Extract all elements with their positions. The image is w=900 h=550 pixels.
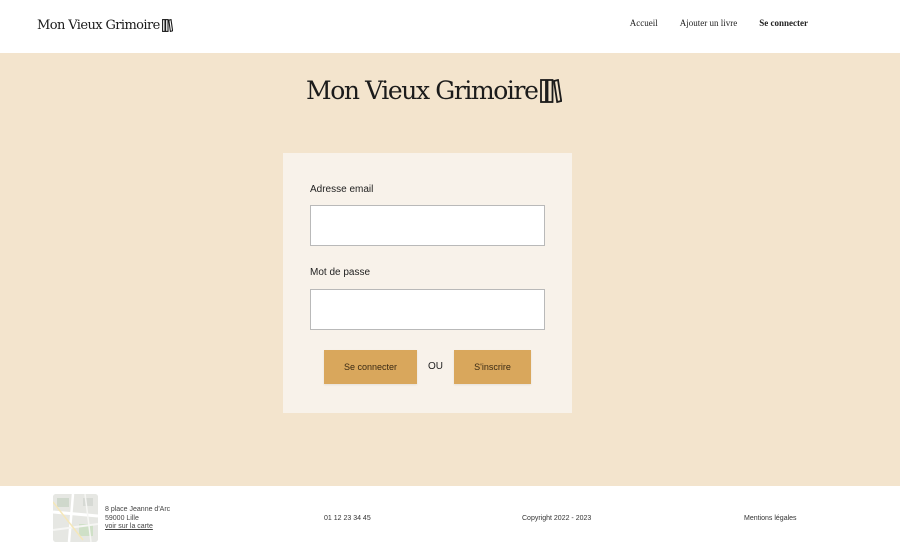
header-logo[interactable]: Mon Vieux Grimoire (37, 18, 173, 33)
site-header: Mon Vieux Grimoire Accueil Ajouter un li… (0, 0, 900, 53)
footer-phone: 01 12 23 34 45 (324, 515, 371, 522)
map-link[interactable]: voir sur la carte (105, 523, 153, 530)
nav-home-link[interactable]: Accueil (630, 18, 658, 28)
footer-address: 8 place Jeanne d'Arc 59000 Lille voir su… (105, 506, 170, 532)
main-content: Mon Vieux Grimoire Adresse email Mot de … (0, 53, 900, 486)
email-label: Adresse email (310, 184, 374, 195)
books-icon (161, 19, 173, 32)
password-field[interactable] (310, 289, 545, 330)
or-separator: OU (428, 361, 443, 372)
nav-login-link[interactable]: Se connecter (759, 18, 808, 28)
nav-add-book-link[interactable]: Ajouter un livre (680, 18, 738, 28)
legal-notice-link[interactable]: Mentions légales (744, 515, 797, 522)
page-logo: Mon Vieux Grimoire (306, 76, 563, 105)
password-label: Mot de passe (310, 267, 371, 278)
header-brand-name: Mon Vieux Grimoire (37, 18, 160, 33)
map-icon[interactable] (53, 494, 98, 542)
footer-copyright: Copyright 2022 - 2023 (522, 515, 592, 522)
page-brand-name: Mon Vieux Grimoire (306, 76, 539, 105)
site-footer: 8 place Jeanne d'Arc 59000 Lille voir su… (0, 486, 900, 550)
signup-button[interactable]: S'inscrire (454, 350, 531, 384)
email-field[interactable] (310, 205, 545, 246)
main-nav: Accueil Ajouter un livre Se connecter (630, 18, 808, 28)
login-button[interactable]: Se connecter (324, 350, 417, 384)
login-form: Adresse email Mot de passe Se connecter … (283, 153, 572, 413)
books-icon (540, 78, 563, 103)
address-line-2: 59000 Lille (105, 514, 139, 522)
address-line-1: 8 place Jeanne d'Arc (105, 506, 171, 513)
